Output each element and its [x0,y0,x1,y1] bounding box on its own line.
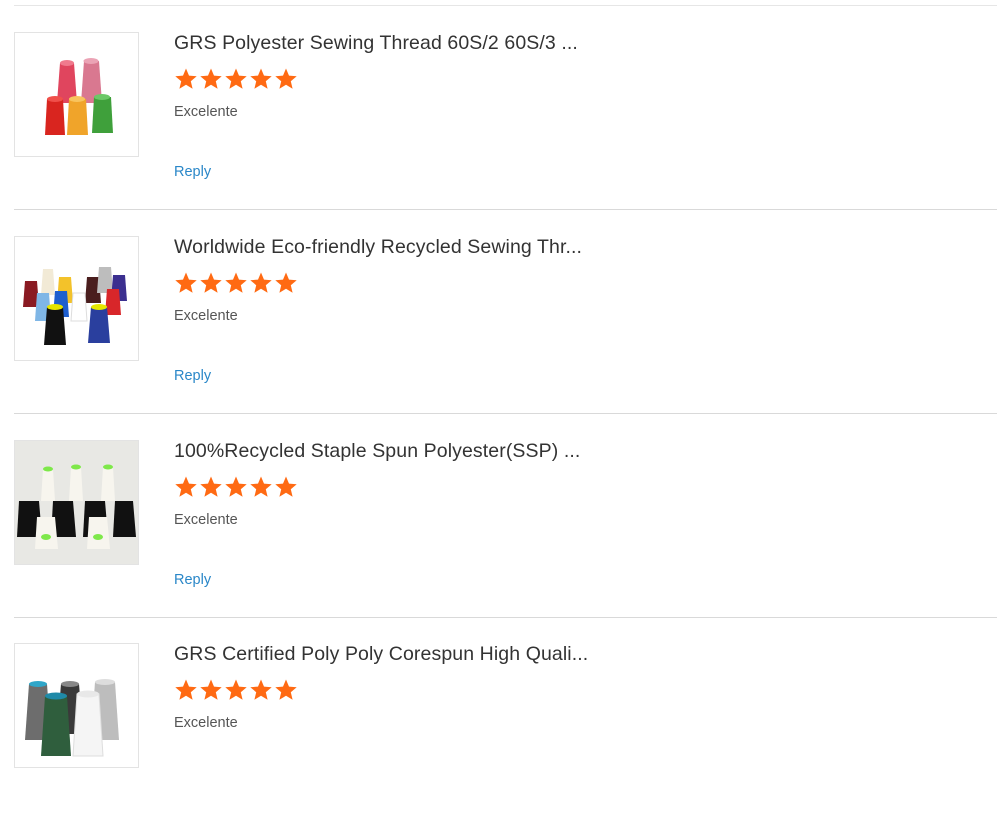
star-icon [175,476,197,497]
product-thumbnail[interactable] [14,32,139,157]
star-icon [200,272,222,293]
star-icon [200,679,222,700]
reply-link[interactable]: Reply [174,572,211,588]
reply-link[interactable]: Reply [174,164,211,180]
rating-text: Excelente [174,512,238,528]
product-thumbnail[interactable] [14,236,139,361]
star-rating [174,271,298,295]
star-icon [225,679,247,700]
reply-link[interactable]: Reply [174,368,211,384]
star-icon [175,272,197,293]
star-icon [175,68,197,89]
review-product-title[interactable]: Worldwide Eco-friendly Recycled Sewing T… [174,236,582,259]
review-product-title[interactable]: GRS Certified Poly Poly Corespun High Qu… [174,643,588,666]
review-item: Worldwide Eco-friendly Recycled Sewing T… [14,210,997,414]
star-icon [275,679,297,700]
star-rating [174,67,298,91]
review-item: 100%Recycled Staple Spun Polyester(SSP) … [14,414,997,618]
review-product-title[interactable]: 100%Recycled Staple Spun Polyester(SSP) … [174,440,580,463]
star-icon [275,68,297,89]
star-icon [275,476,297,497]
colored-thread-cones-image [15,33,138,156]
star-rating [174,475,298,499]
review-item: GRS Certified Poly Poly Corespun High Qu… [14,617,997,821]
multicolor-thread-cones-image [15,237,138,360]
product-thumbnail[interactable] [14,643,139,768]
star-icon [275,272,297,293]
star-icon [250,272,272,293]
rating-text: Excelente [174,104,238,120]
star-icon [200,476,222,497]
black-white-thread-cones-image [15,441,138,564]
grey-green-thread-cones-image [15,644,138,767]
star-icon [250,679,272,700]
rating-text: Excelente [174,308,238,324]
star-icon [200,68,222,89]
star-rating [174,678,298,702]
review-item: GRS Polyester Sewing Thread 60S/2 60S/3 … [14,6,997,210]
star-icon [175,679,197,700]
review-product-title[interactable]: GRS Polyester Sewing Thread 60S/2 60S/3 … [174,32,578,55]
star-icon [225,68,247,89]
product-thumbnail[interactable] [14,440,139,565]
rating-text: Excelente [174,715,238,731]
star-icon [250,476,272,497]
star-icon [225,272,247,293]
star-icon [225,476,247,497]
star-icon [250,68,272,89]
